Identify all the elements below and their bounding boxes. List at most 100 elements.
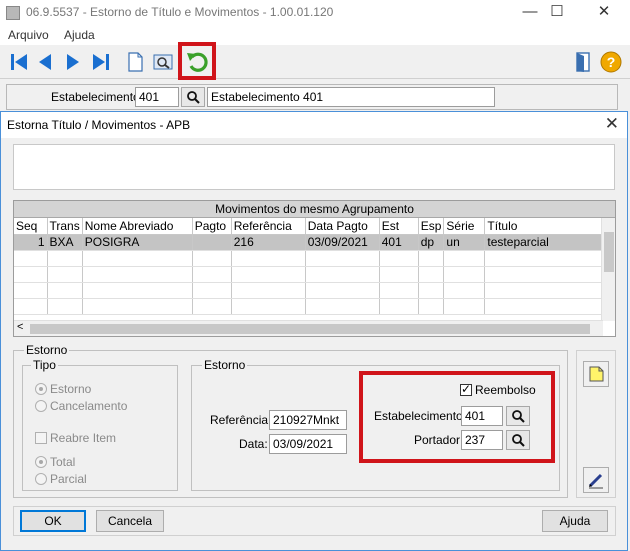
cell-trans: BXA xyxy=(47,234,83,251)
grid-vertical-scrollbar[interactable] xyxy=(601,218,615,321)
radio-indicator xyxy=(35,456,47,468)
column-header[interactable]: Nome Abreviado xyxy=(82,218,193,235)
radio-parcial[interactable]: Parcial xyxy=(35,472,87,486)
maximize-button[interactable]: ☐ xyxy=(537,2,577,24)
table-header-row: Seq Trans Nome Abreviado Pagto Referênci… xyxy=(14,218,615,235)
scroll-left-icon[interactable]: < xyxy=(17,321,23,333)
data-field[interactable]: 03/09/2021 xyxy=(269,434,347,454)
movements-table: Seq Trans Nome Abreviado Pagto Referênci… xyxy=(14,218,615,315)
search-icon xyxy=(153,54,173,70)
grid-caption: Movimentos do mesmo Agrupamento xyxy=(14,201,615,218)
dialog-title: Estorna Título / Movimentos - APB xyxy=(7,118,191,132)
menu-ajuda[interactable]: Ajuda xyxy=(64,28,95,42)
previous-record-button[interactable] xyxy=(32,49,58,75)
window-title: 06.9.5537 - Estorno de Título e Moviment… xyxy=(26,5,334,19)
edit-pen-icon xyxy=(588,473,603,489)
undo-icon xyxy=(187,52,208,72)
estab-lookup-button[interactable] xyxy=(181,87,205,107)
radio-parcial-label: Parcial xyxy=(50,472,87,486)
column-header[interactable]: Título xyxy=(484,218,603,235)
movements-grid[interactable]: Movimentos do mesmo Agrupamento Seq Tran… xyxy=(13,200,616,337)
dialog-titlebar: Estorna Título / Movimentos - APB ✕ xyxy=(1,112,627,138)
estab-row: Estabelecimento: 401 Estabelecimento 401 xyxy=(6,84,618,110)
search-button[interactable] xyxy=(150,49,176,75)
grid-horizontal-scrollbar[interactable]: < xyxy=(14,320,603,336)
radio-indicator xyxy=(35,383,47,395)
first-icon xyxy=(11,54,27,70)
highlight-box: Reembolso Estabelecimento: 401 Portador:… xyxy=(359,371,555,463)
first-record-button[interactable] xyxy=(6,49,32,75)
cell-est: 401 xyxy=(379,234,419,251)
toolbar: ? xyxy=(0,42,630,80)
radio-estorno[interactable]: Estorno xyxy=(35,382,91,396)
vertical-scroll-thumb[interactable] xyxy=(604,232,614,272)
message-area xyxy=(13,144,615,190)
help-dialog-button[interactable]: Ajuda xyxy=(542,510,608,532)
tipo-legend: Tipo xyxy=(31,358,58,372)
note-icon xyxy=(589,366,604,382)
new-document-button[interactable] xyxy=(122,49,148,75)
column-header[interactable]: Trans xyxy=(47,218,83,235)
reembolso-checkbox[interactable]: Reembolso xyxy=(460,382,536,397)
next-icon xyxy=(67,54,79,70)
empty-row xyxy=(14,298,615,315)
estab-inner-lookup-button[interactable] xyxy=(506,406,530,426)
close-button[interactable]: ✕ xyxy=(584,2,624,24)
horizontal-scroll-thumb[interactable] xyxy=(30,324,590,334)
portador-field[interactable]: 237 xyxy=(461,430,503,450)
last-record-button[interactable] xyxy=(88,49,114,75)
empty-row xyxy=(14,250,615,267)
menu-arquivo[interactable]: Arquivo xyxy=(8,28,49,42)
column-header[interactable]: Seq xyxy=(14,218,48,235)
column-header[interactable]: Est xyxy=(379,218,419,235)
column-header[interactable]: Pagto xyxy=(192,218,232,235)
radio-indicator xyxy=(35,473,47,485)
radio-cancelamento-label: Cancelamento xyxy=(50,399,128,413)
next-record-button[interactable] xyxy=(60,49,86,75)
side-button-panel xyxy=(576,350,616,498)
svg-text:?: ? xyxy=(607,54,616,70)
reabre-item-label: Reabre Item xyxy=(50,431,117,445)
undo-button[interactable] xyxy=(178,42,216,80)
referencia-label: Referência: xyxy=(210,413,272,427)
cell-pagto xyxy=(192,234,232,251)
reembolso-label: Reembolso xyxy=(475,383,536,397)
estab-description-field: Estabelecimento 401 xyxy=(207,87,495,107)
radio-total[interactable]: Total xyxy=(35,455,75,469)
column-header[interactable]: Referência xyxy=(231,218,306,235)
reabre-item-checkbox[interactable]: Reabre Item xyxy=(35,431,116,445)
estab-inner-field[interactable]: 401 xyxy=(461,406,503,426)
magnifier-icon xyxy=(512,410,525,423)
estorno-dialog: Estorna Título / Movimentos - APB ✕ Movi… xyxy=(0,111,628,551)
estab-label: Estabelecimento: xyxy=(51,90,144,104)
radio-cancelamento[interactable]: Cancelamento xyxy=(35,399,127,413)
column-header[interactable]: Esp xyxy=(418,218,445,235)
estorno-outer-group: Estorno Tipo Estorno Cancelamento Reabre… xyxy=(13,343,568,498)
edit-button[interactable] xyxy=(583,467,609,493)
estorno-inner-group: Estorno Referência: 210927Mnkt Data: 03/… xyxy=(191,358,560,491)
cancel-button[interactable]: Cancela xyxy=(96,510,164,532)
help-button[interactable]: ? xyxy=(598,49,624,75)
referencia-field[interactable]: 210927Mnkt xyxy=(269,410,347,430)
estab-code-field[interactable]: 401 xyxy=(135,87,179,107)
portador-lookup-button[interactable] xyxy=(506,430,530,450)
app-icon xyxy=(6,6,20,20)
data-label: Data: xyxy=(239,437,268,451)
dialog-close-button[interactable]: ✕ xyxy=(605,114,619,134)
radio-indicator xyxy=(35,400,47,412)
last-icon xyxy=(93,54,109,70)
exit-button[interactable] xyxy=(570,49,596,75)
radio-total-label: Total xyxy=(50,455,76,469)
note-button[interactable] xyxy=(583,361,609,387)
magnifier-icon xyxy=(187,91,200,104)
table-row[interactable]: 1 BXA POSIGRA 216 03/09/2021 401 dp un t… xyxy=(14,234,615,251)
menubar: Arquivo Ajuda xyxy=(0,26,630,45)
previous-icon xyxy=(39,54,51,70)
column-header[interactable]: Série xyxy=(443,218,486,235)
cell-esp: dp xyxy=(418,234,445,251)
ok-button[interactable]: OK xyxy=(20,510,86,532)
help-icon: ? xyxy=(600,51,622,73)
column-header[interactable]: Data Pagto xyxy=(305,218,380,235)
checkbox-indicator xyxy=(35,432,47,444)
empty-row xyxy=(14,282,615,299)
